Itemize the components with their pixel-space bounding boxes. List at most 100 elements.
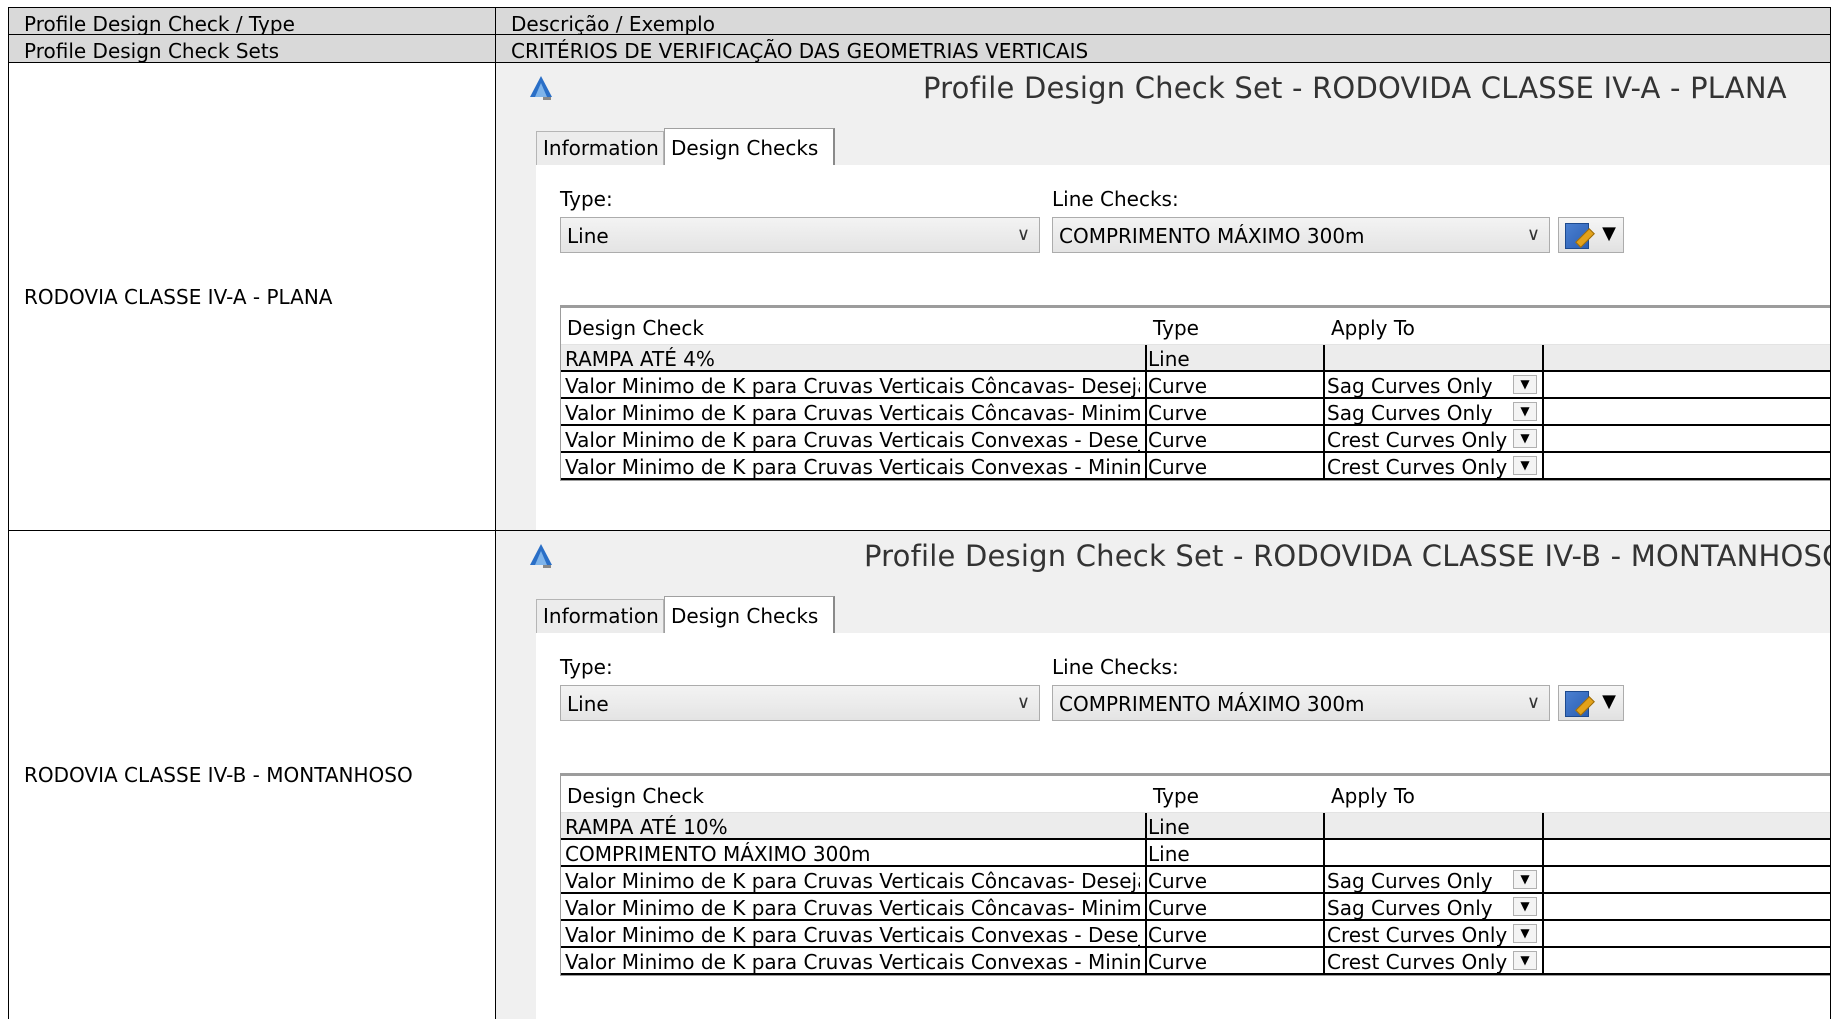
- table-row[interactable]: COMPRIMENTO MÁXIMO 300m Line: [561, 840, 1830, 867]
- grid-header: Design Check Type Apply To: [561, 308, 1830, 345]
- row-apply-to[interactable]: Crest Curves Only: [1327, 455, 1507, 479]
- table-row[interactable]: Valor Minimo de K para Cruvas Verticais …: [561, 399, 1830, 426]
- table-row[interactable]: Valor Minimo de K para Cruvas Verticais …: [561, 453, 1830, 480]
- row-type: Curve: [1148, 923, 1208, 947]
- grid-header: Design Check Type Apply To: [561, 776, 1830, 813]
- row-check: Valor Minimo de K para Cruvas Verticais …: [565, 896, 1140, 920]
- tab-design-checks[interactable]: Design Checks: [664, 596, 835, 634]
- row-check: Valor Minimo de K para Cruvas Verticais …: [565, 923, 1140, 947]
- apply-to-dropdown-icon[interactable]: ▼: [1513, 870, 1537, 889]
- row-apply-to[interactable]: Sag Curves Only: [1327, 869, 1493, 893]
- edit-check-button[interactable]: ▼: [1558, 217, 1624, 253]
- table-header-row: Profile Design Check / Type Descrição / …: [8, 7, 1831, 36]
- type-select-value: Line: [567, 224, 609, 248]
- design-check-set-dialog: Profile Design Check Set - RODOVIDA CLAS…: [496, 63, 1830, 530]
- row-type: Curve: [1148, 428, 1208, 452]
- line-checks-select[interactable]: COMPRIMENTO MÁXIMO 300m ∨: [1052, 217, 1550, 253]
- apply-to-dropdown-icon[interactable]: ▼: [1513, 375, 1537, 394]
- apply-to-dropdown-icon[interactable]: ▼: [1513, 924, 1537, 943]
- header-col1: Profile Design Check / Type: [9, 8, 496, 36]
- row-check: RAMPA ATÉ 4%: [565, 347, 715, 371]
- grid-header-design-check: Design Check: [567, 784, 704, 808]
- row-check: RAMPA ATÉ 10%: [565, 815, 728, 839]
- apply-to-dropdown-icon[interactable]: ▼: [1513, 429, 1537, 448]
- dialog-screenshot: Profile Design Check Set - RODOVIDA CLAS…: [496, 531, 1830, 1019]
- tab-information[interactable]: Information: [536, 599, 664, 633]
- row-check: Valor Minimo de K para Cruvas Verticais …: [565, 401, 1140, 425]
- row-type: Curve: [1148, 455, 1208, 479]
- apply-to-dropdown-icon[interactable]: ▼: [1513, 951, 1537, 970]
- chevron-down-icon: ∨: [1016, 224, 1030, 245]
- grid-header-apply-to: Apply To: [1331, 316, 1415, 340]
- apply-to-dropdown-icon[interactable]: ▼: [1513, 402, 1537, 421]
- row-type: Curve: [1148, 869, 1208, 893]
- dropdown-arrow-icon: ▼: [1602, 691, 1616, 712]
- table-row[interactable]: RAMPA ATÉ 4% Line: [561, 345, 1830, 372]
- line-checks-label: Line Checks:: [1052, 187, 1179, 211]
- grid-header-type: Type: [1153, 316, 1199, 340]
- apply-to-dropdown-icon[interactable]: ▼: [1513, 456, 1537, 475]
- chevron-down-icon: ∨: [1526, 692, 1540, 713]
- section-label: RODOVIA CLASSE IV-B - MONTANHOSO: [9, 531, 496, 1019]
- tab-strip: Information Design Checks: [536, 596, 1830, 634]
- line-checks-value: COMPRIMENTO MÁXIMO 300m: [1059, 224, 1365, 248]
- type-label: Type:: [560, 187, 613, 211]
- row-type: Line: [1148, 347, 1190, 371]
- table-row[interactable]: Valor Minimo de K para Cruvas Verticais …: [561, 921, 1830, 948]
- tab-design-checks[interactable]: Design Checks: [664, 128, 835, 166]
- line-checks-label: Line Checks:: [1052, 655, 1179, 679]
- civil3d-logo-icon: [530, 76, 552, 100]
- design-check-grid: Design Check Type Apply To RAMPA ATÉ 10%…: [560, 773, 1830, 976]
- grid-header-design-check: Design Check: [567, 316, 704, 340]
- type-select[interactable]: Line ∨: [560, 685, 1040, 721]
- row-apply-to[interactable]: Sag Curves Only: [1327, 374, 1493, 398]
- subheader-col1: Profile Design Check Sets: [9, 35, 496, 63]
- table-row[interactable]: Valor Minimo de K para Cruvas Verticais …: [561, 894, 1830, 921]
- dialog-screenshot: Profile Design Check Set - RODOVIDA CLAS…: [496, 63, 1830, 530]
- row-apply-to[interactable]: Sag Curves Only: [1327, 401, 1493, 425]
- table-subheader-row: Profile Design Check Sets CRITÉRIOS DE V…: [8, 34, 1831, 63]
- row-type: Curve: [1148, 401, 1208, 425]
- type-label: Type:: [560, 655, 613, 679]
- row-type: Curve: [1148, 896, 1208, 920]
- row-check: Valor Minimo de K para Cruvas Verticais …: [565, 428, 1140, 452]
- section-row: RODOVIA CLASSE IV-A - PLANA Profile Desi…: [8, 63, 1831, 531]
- line-checks-value: COMPRIMENTO MÁXIMO 300m: [1059, 692, 1365, 716]
- grid-header-apply-to: Apply To: [1331, 784, 1415, 808]
- subheader-col2: CRITÉRIOS DE VERIFICAÇÃO DAS GEOMETRIAS …: [511, 39, 1089, 63]
- table-row[interactable]: Valor Minimo de K para Cruvas Verticais …: [561, 948, 1830, 975]
- row-type: Curve: [1148, 374, 1208, 398]
- row-apply-to[interactable]: Crest Curves Only: [1327, 428, 1507, 452]
- row-check: Valor Minimo de K para Cruvas Verticais …: [565, 374, 1140, 398]
- table-row[interactable]: Valor Minimo de K para Cruvas Verticais …: [561, 372, 1830, 399]
- edit-check-button[interactable]: ▼: [1558, 685, 1624, 721]
- design-check-set-dialog: Profile Design Check Set - RODOVIDA CLAS…: [496, 531, 1830, 1019]
- design-check-grid: Design Check Type Apply To RAMPA ATÉ 4% …: [560, 305, 1830, 481]
- chevron-down-icon: ∨: [1016, 692, 1030, 713]
- design-checks-panel: Type: Line ∨ Line Checks: COMPRIMENTO MÁ…: [536, 165, 1830, 530]
- row-type: Line: [1148, 815, 1190, 839]
- apply-to-dropdown-icon[interactable]: ▼: [1513, 897, 1537, 916]
- section-row: RODOVIA CLASSE IV-B - MONTANHOSO Profile…: [8, 531, 1831, 1019]
- row-check: Valor Minimo de K para Cruvas Verticais …: [565, 950, 1140, 974]
- table-row[interactable]: Valor Minimo de K para Cruvas Verticais …: [561, 867, 1830, 894]
- row-type: Curve: [1148, 950, 1208, 974]
- table-row[interactable]: RAMPA ATÉ 10% Line: [561, 813, 1830, 840]
- tab-information[interactable]: Information: [536, 131, 664, 165]
- row-apply-to[interactable]: Crest Curves Only: [1327, 923, 1507, 947]
- civil3d-logo-icon: [530, 544, 552, 568]
- dropdown-arrow-icon: ▼: [1602, 223, 1616, 244]
- row-check: Valor Minimo de K para Cruvas Verticais …: [565, 869, 1140, 893]
- row-apply-to[interactable]: Sag Curves Only: [1327, 896, 1493, 920]
- row-check: COMPRIMENTO MÁXIMO 300m: [565, 842, 871, 866]
- type-select-value: Line: [567, 692, 609, 716]
- row-check: Valor Minimo de K para Cruvas Verticais …: [565, 455, 1140, 479]
- dialog-title: Profile Design Check Set - RODOVIDA CLAS…: [864, 539, 1830, 573]
- row-apply-to[interactable]: Crest Curves Only: [1327, 950, 1507, 974]
- section-label: RODOVIA CLASSE IV-A - PLANA: [9, 63, 496, 530]
- table-row[interactable]: Valor Minimo de K para Cruvas Verticais …: [561, 426, 1830, 453]
- line-checks-select[interactable]: COMPRIMENTO MÁXIMO 300m ∨: [1052, 685, 1550, 721]
- tab-strip: Information Design Checks: [536, 128, 1830, 166]
- type-select[interactable]: Line ∨: [560, 217, 1040, 253]
- design-checks-panel: Type: Line ∨ Line Checks: COMPRIMENTO MÁ…: [536, 633, 1830, 1019]
